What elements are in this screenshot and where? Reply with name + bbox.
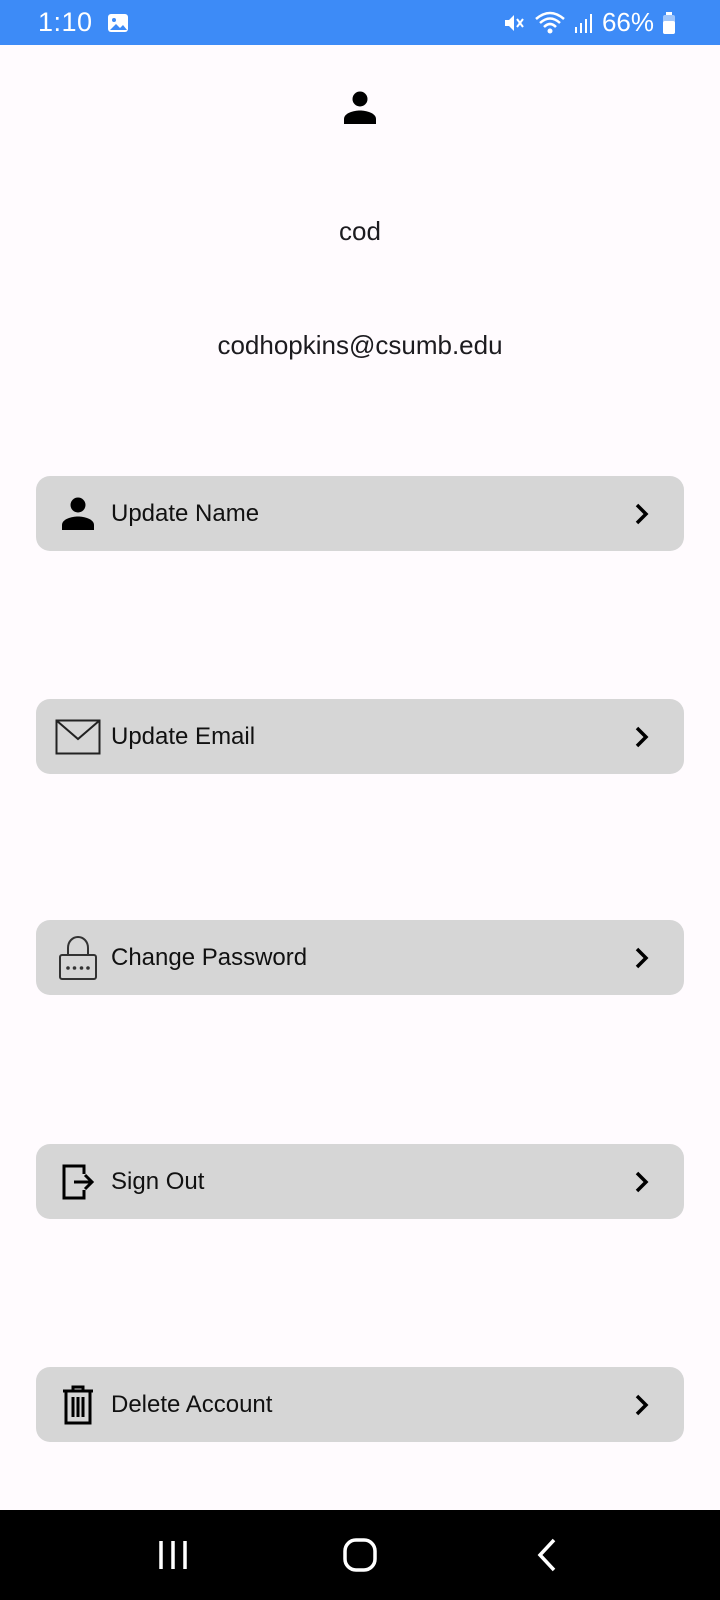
- account-settings-screen: 1:10 66% cod codhopkins@csumb.edu Update…: [0, 0, 720, 1600]
- status-time: 1:10: [38, 7, 93, 37]
- update-email-button[interactable]: Update Email: [36, 699, 684, 774]
- system-nav-bar: [0, 1510, 720, 1600]
- trash-icon: [54, 1381, 102, 1429]
- chevron-right-icon: [628, 723, 656, 751]
- change-password-label: Change Password: [111, 943, 308, 971]
- battery-icon: [662, 11, 676, 35]
- home-icon[interactable]: [330, 1525, 390, 1585]
- lock-icon: [54, 934, 102, 982]
- sign-out-button[interactable]: Sign Out: [36, 1144, 684, 1219]
- status-bar: 1:10 66%: [0, 0, 720, 45]
- chevron-right-icon: [628, 1168, 656, 1196]
- profile-avatar-icon: [340, 88, 380, 128]
- delete-account-label: Delete Account: [111, 1390, 273, 1418]
- battery-percent: 66%: [601, 7, 654, 37]
- sign-out-icon: [54, 1158, 102, 1206]
- chevron-right-icon: [628, 500, 656, 528]
- signal-icon: [574, 12, 594, 34]
- delete-account-button[interactable]: Delete Account: [36, 1367, 684, 1442]
- update-name-button[interactable]: Update Name: [36, 476, 684, 551]
- wifi-icon: [534, 11, 566, 35]
- chevron-right-icon: [628, 1391, 656, 1419]
- envelope-icon: [54, 713, 102, 761]
- chevron-right-icon: [628, 944, 656, 972]
- change-password-button[interactable]: Change Password: [36, 920, 684, 995]
- recent-apps-icon[interactable]: [143, 1525, 203, 1585]
- update-email-label: Update Email: [111, 722, 256, 750]
- profile-name: cod: [339, 216, 381, 246]
- profile-email: codhopkins@csumb.edu: [217, 330, 503, 360]
- image-icon: [107, 12, 129, 34]
- update-name-label: Update Name: [111, 499, 260, 527]
- person-icon: [54, 490, 102, 538]
- back-icon[interactable]: [517, 1525, 577, 1585]
- sign-out-label: Sign Out: [111, 1167, 205, 1195]
- mute-icon: [502, 11, 526, 35]
